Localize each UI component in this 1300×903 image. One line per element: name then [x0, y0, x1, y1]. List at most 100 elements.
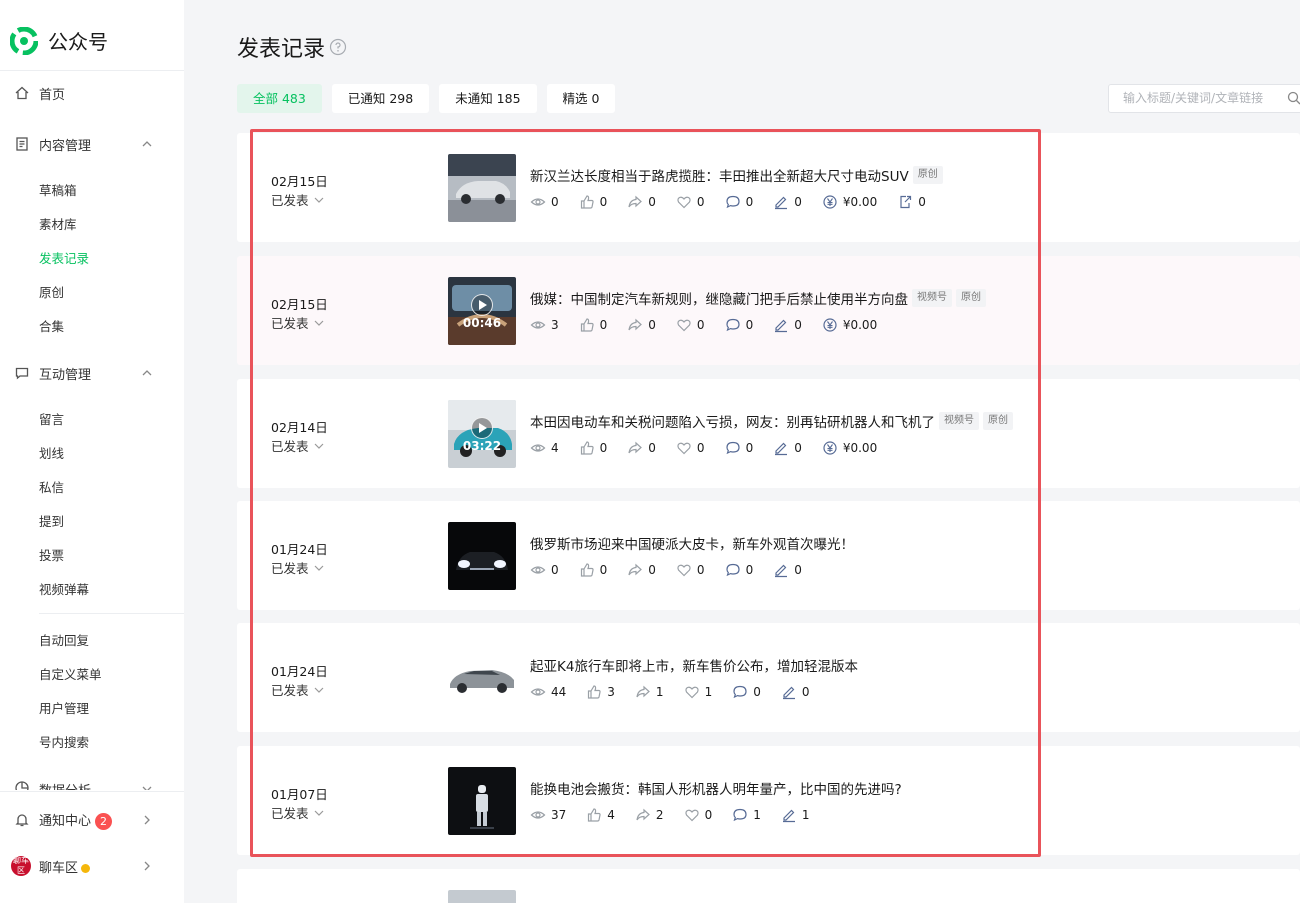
chevron-up-icon[interactable] [140, 366, 154, 380]
tab-not-notified[interactable]: 未通知 185 [439, 84, 537, 113]
wow-count[interactable]: 0 [676, 194, 705, 210]
play-icon[interactable] [471, 417, 493, 439]
comment-count[interactable]: 0 [725, 562, 753, 578]
chevron-down-icon[interactable] [313, 807, 325, 819]
list-item[interactable] [237, 869, 1300, 903]
share-count[interactable]: 0 [627, 194, 656, 210]
share-count[interactable]: 1 [635, 684, 664, 700]
article-thumbnail[interactable]: 00:46 [448, 277, 516, 345]
help-icon[interactable] [329, 38, 347, 56]
wow-count[interactable]: 0 [676, 317, 705, 333]
chevron-up-icon[interactable] [140, 137, 154, 151]
like-count[interactable]: 0 [579, 562, 607, 578]
article-title[interactable]: 俄罗斯市场迎来中国硬派大皮卡，新车外观首次曝光！ [530, 533, 854, 553]
list-item[interactable]: 02月15日 已发表 00:46 俄媒：中国制定汽车新规则，继隐藏门把手后禁止使用半方… [237, 256, 1300, 365]
read-count[interactable]: 4 [530, 440, 559, 456]
sidebar-item-votes[interactable]: 投票 [0, 537, 184, 571]
article-title[interactable]: 新汉兰达长度相当于路虎揽胜：丰田推出全新超大尺寸电动SUV 原创 [530, 165, 943, 185]
underline-count[interactable]: 0 [773, 194, 802, 210]
wow-count[interactable]: 0 [676, 562, 705, 578]
jump-count[interactable]: 0 [897, 194, 926, 210]
comment-count[interactable]: 0 [732, 684, 761, 700]
chevron-down-icon[interactable] [313, 562, 325, 574]
publish-status[interactable]: 已发表 [271, 436, 325, 455]
share-count[interactable]: 2 [635, 807, 664, 823]
reward-amount[interactable]: ¥0.00 [822, 440, 877, 456]
sidebar-item-user-management[interactable]: 用户管理 [0, 690, 184, 724]
read-count[interactable]: 0 [530, 562, 559, 578]
article-thumbnail[interactable] [448, 154, 516, 222]
like-count[interactable]: 0 [579, 440, 607, 456]
chevron-down-icon[interactable] [313, 317, 325, 329]
publish-status[interactable]: 已发表 [271, 803, 325, 822]
sidebar-item-custom-menu[interactable]: 自定义菜单 [0, 656, 184, 690]
article-thumbnail[interactable] [448, 522, 516, 590]
read-count[interactable]: 3 [530, 317, 559, 333]
search-input[interactable]: 输入标题/关键词/文章链接 [1108, 84, 1300, 113]
tab-notified[interactable]: 已通知 298 [331, 84, 430, 113]
chevron-down-icon[interactable] [313, 440, 325, 452]
share-count[interactable]: 0 [627, 317, 656, 333]
wow-count[interactable]: 0 [684, 807, 712, 823]
comment-count[interactable]: 1 [732, 807, 761, 823]
chevron-down-icon[interactable] [313, 684, 325, 696]
wow-count[interactable]: 0 [676, 440, 705, 456]
comment-count[interactable]: 0 [725, 317, 753, 333]
sidebar-item-original[interactable]: 原创 [0, 274, 184, 308]
sidebar-item-publish-records[interactable]: 发表记录 [0, 240, 184, 274]
sidebar-item-home[interactable]: 首页 [0, 76, 184, 110]
sidebar-item-account[interactable]: 聊车区 聊车区 [0, 849, 184, 883]
read-count[interactable]: 0 [530, 194, 559, 210]
comment-count[interactable]: 0 [725, 194, 753, 210]
article-thumbnail[interactable] [448, 890, 516, 903]
sidebar-item-notifications[interactable]: 通知中心 2 [0, 803, 184, 837]
like-count[interactable]: 3 [586, 684, 615, 700]
chevron-down-icon[interactable] [313, 194, 325, 206]
sidebar-item-materials[interactable]: 素材库 [0, 206, 184, 240]
list-item[interactable]: 01月07日 已发表 能换电池会搬货：韩国人形机器人明年量产，比中国的先进吗? 37 4… [237, 746, 1300, 855]
article-thumbnail[interactable] [448, 644, 516, 712]
share-count[interactable]: 0 [627, 562, 656, 578]
article-title[interactable]: 起亚K4旅行车即将上市，新车售价公布，增加轻混版本 [530, 655, 858, 675]
sidebar-item-mentions[interactable]: 提到 [0, 503, 184, 537]
publish-status[interactable]: 已发表 [271, 313, 325, 332]
article-title[interactable]: 能换电池会搬货：韩国人形机器人明年量产，比中国的先进吗? [530, 778, 902, 798]
sidebar-item-collections[interactable]: 合集 [0, 308, 184, 342]
list-item[interactable]: 02月15日 已发表 新汉兰达长度相当于路虎揽胜：丰田推出全新超大尺寸电动SUV 原创… [237, 133, 1300, 242]
sidebar-item-messages[interactable]: 私信 [0, 469, 184, 503]
read-count[interactable]: 44 [530, 684, 566, 700]
underline-count[interactable]: 0 [773, 317, 802, 333]
article-title[interactable]: 俄媒：中国制定汽车新规则，继隐藏门把手后禁止使用半方向盘 视频号 原创 [530, 288, 986, 308]
underline-count[interactable]: 0 [773, 562, 802, 578]
chevron-right-icon[interactable] [140, 813, 154, 827]
article-title[interactable]: 本田因电动车和关税问题陷入亏损，网友：别再钻研机器人和飞机了 视频号 原创 [530, 411, 1013, 431]
publish-status[interactable]: 已发表 [271, 680, 325, 699]
list-item[interactable]: 02月14日 已发表 03:22 本田因电动车和关税问题陷入亏损，网友：别再钻研机器人… [237, 379, 1300, 488]
chevron-right-icon[interactable] [140, 859, 154, 873]
article-thumbnail[interactable] [448, 767, 516, 835]
sidebar-item-data-analysis[interactable]: 数据分析 [0, 772, 184, 790]
publish-status[interactable]: 已发表 [271, 190, 325, 209]
sidebar-item-drafts[interactable]: 草稿箱 [0, 172, 184, 206]
chevron-down-icon[interactable] [140, 782, 154, 790]
comment-count[interactable]: 0 [725, 440, 753, 456]
tab-all[interactable]: 全部 483 [237, 84, 322, 113]
sidebar-item-in-account-search[interactable]: 号内搜索 [0, 724, 184, 758]
reward-amount[interactable]: ¥0.00 [822, 317, 877, 333]
like-count[interactable]: 0 [579, 317, 607, 333]
list-item[interactable]: 01月24日 已发表 俄罗斯市场迎来中国硬派大皮卡，新车外观首次曝光！ 0 0 0 0 0 0 [237, 501, 1300, 610]
sidebar-item-underlines[interactable]: 划线 [0, 435, 184, 469]
sidebar-item-comments[interactable]: 留言 [0, 401, 184, 435]
read-count[interactable]: 37 [530, 807, 566, 823]
sidebar-item-content-management[interactable]: 内容管理 [0, 127, 184, 161]
search-icon[interactable] [1287, 91, 1300, 105]
sidebar-item-auto-reply[interactable]: 自动回复 [0, 622, 184, 656]
list-item[interactable]: 01月24日 已发表 起亚K4旅行车即将上市，新车售价公布，增加轻混版本 44 3 1 1 0… [237, 623, 1300, 732]
like-count[interactable]: 4 [586, 807, 615, 823]
like-count[interactable]: 0 [579, 194, 607, 210]
app-logo[interactable]: 公众号 [10, 26, 108, 55]
underline-count[interactable]: 0 [773, 440, 802, 456]
tab-featured[interactable]: 精选 0 [546, 84, 616, 113]
sidebar-item-video-danmaku[interactable]: 视频弹幕 [0, 571, 184, 605]
publish-status[interactable]: 已发表 [271, 558, 325, 577]
